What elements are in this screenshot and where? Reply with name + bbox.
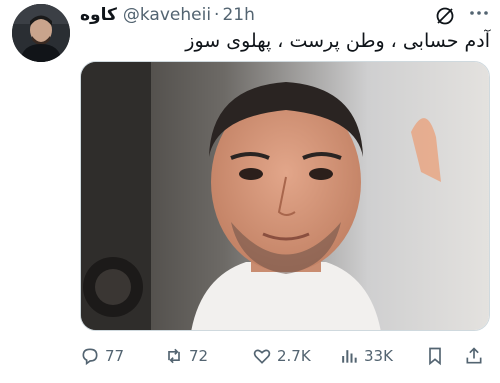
- tweet-photo[interactable]: [80, 61, 490, 331]
- separator-dot: ·: [214, 5, 220, 25]
- reply-icon: [82, 348, 98, 366]
- heart-icon: [253, 349, 271, 364]
- like-button[interactable]: 2.7K: [252, 343, 311, 369]
- avatar-image: [12, 4, 70, 62]
- views-icon: [342, 350, 357, 363]
- like-count: 2.7K: [277, 347, 311, 365]
- views-count: 33K: [364, 347, 393, 365]
- share-button[interactable]: [464, 343, 484, 369]
- reply-count: 77: [105, 347, 125, 365]
- bookmark-icon: [429, 347, 441, 366]
- author-handle[interactable]: @kaveheii: [123, 5, 211, 25]
- avatar[interactable]: [12, 4, 70, 62]
- share-icon: [466, 347, 482, 364]
- repost-count: 72: [189, 347, 209, 365]
- tweet-text: آدم حسابی ، وطن پرست ، پهلوی سوز: [185, 30, 490, 52]
- repost-button[interactable]: 72: [164, 343, 208, 369]
- tweet-actions: 77 72 2.7K 33K: [80, 343, 490, 369]
- tweet-time[interactable]: 21h: [222, 5, 254, 25]
- bookmark-button[interactable]: [425, 343, 445, 369]
- views-button[interactable]: 33K: [339, 343, 393, 369]
- more-icon[interactable]: [468, 2, 490, 24]
- reply-button[interactable]: 77: [80, 343, 124, 369]
- author-name[interactable]: کاوه: [80, 5, 117, 25]
- tweet-header: کاوه @kaveheii · 21h: [80, 4, 255, 26]
- repost-icon: [168, 348, 180, 364]
- grok-icon[interactable]: [434, 5, 456, 27]
- photo-image: [81, 62, 489, 330]
